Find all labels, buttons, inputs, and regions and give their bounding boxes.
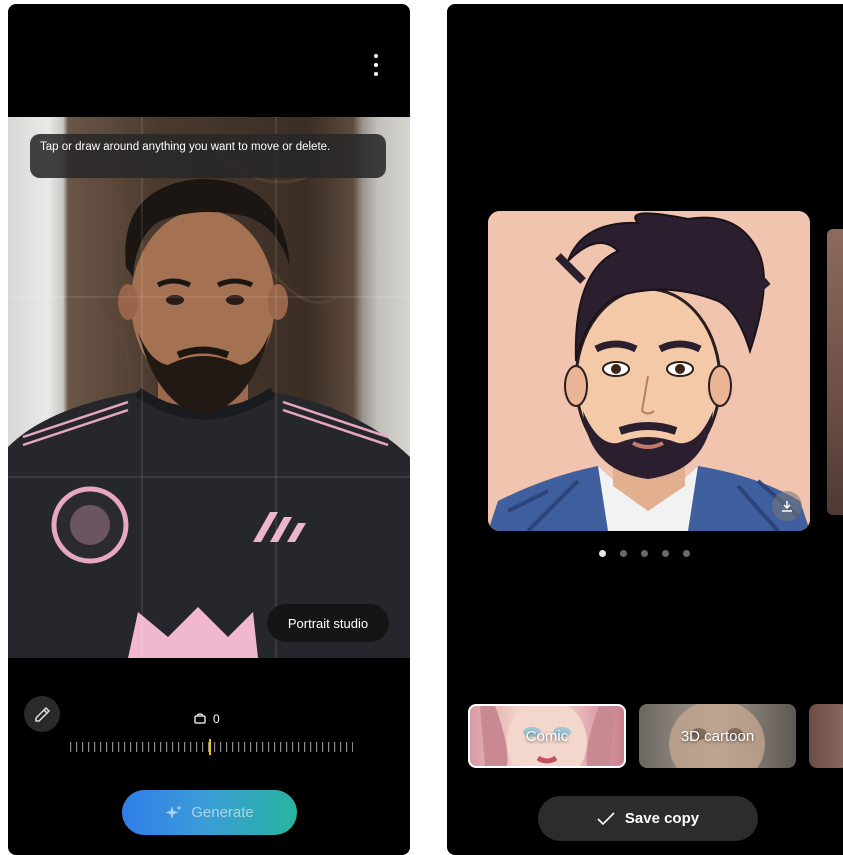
ruler-tick — [310, 742, 312, 752]
ruler-tick — [346, 742, 348, 752]
rotation-ruler-slider[interactable] — [68, 739, 353, 755]
page-indicator — [599, 550, 690, 557]
checkmark-icon — [597, 811, 615, 825]
style-option-comic[interactable]: Comic — [468, 704, 626, 768]
ruler-tick — [184, 742, 186, 752]
save-copy-label: Save copy — [624, 810, 700, 827]
ruler-tick — [190, 742, 192, 752]
ruler-tick — [340, 742, 342, 752]
page-dot[interactable] — [599, 550, 606, 557]
ruler-tick — [286, 742, 288, 752]
portrait-studio-button[interactable]: Portrait studio — [267, 604, 389, 642]
more-options-icon[interactable] — [372, 54, 380, 78]
instruction-tooltip: Tap or draw around anything you want to … — [30, 134, 386, 178]
ruler-tick — [250, 742, 252, 752]
rotation-value: 0 — [213, 712, 220, 726]
ruler-tick — [280, 742, 282, 752]
ruler-tick — [178, 742, 180, 752]
style-label-3d-cartoon: 3D cartoon — [680, 727, 755, 745]
ruler-tick — [172, 742, 174, 752]
page-dot[interactable] — [641, 550, 648, 557]
ruler-tick — [226, 742, 228, 752]
rotation-readout: 0 — [193, 711, 220, 727]
editor-screen: Tap or draw around anything you want to … — [8, 4, 410, 855]
page-dot[interactable] — [683, 550, 690, 557]
ruler-tick — [304, 742, 306, 752]
ruler-tick — [94, 742, 96, 752]
style-option-partial[interactable] — [809, 704, 843, 768]
ruler-tick — [238, 742, 240, 752]
ruler-tick — [268, 742, 270, 752]
ruler-tick — [196, 742, 198, 752]
ruler-tick — [148, 742, 150, 752]
ruler-tick — [112, 742, 114, 752]
sparkle-icon — [165, 804, 183, 819]
download-icon[interactable] — [772, 491, 802, 521]
ruler-tick — [166, 742, 168, 752]
ruler-tick — [106, 742, 108, 752]
ruler-tick — [82, 742, 84, 752]
ruler-tick — [214, 742, 216, 752]
ruler-tick — [298, 742, 300, 752]
ruler-tick — [160, 742, 162, 752]
save-copy-button[interactable]: Save copy — [538, 796, 758, 841]
ruler-tick — [262, 742, 264, 752]
ruler-tick — [100, 742, 102, 752]
ruler-tick — [256, 742, 258, 752]
person-image — [8, 117, 410, 658]
generate-button[interactable]: Generate — [122, 790, 297, 835]
cartoon-portrait-image — [488, 211, 810, 531]
page-dot[interactable] — [620, 550, 627, 557]
ruler-tick — [328, 742, 330, 752]
ruler-tick — [124, 742, 126, 752]
ruler-tick — [292, 742, 294, 752]
page-dot[interactable] — [662, 550, 669, 557]
ruler-tick — [88, 742, 90, 752]
ruler-tick — [70, 742, 72, 752]
eraser-pen-icon[interactable] — [24, 696, 60, 732]
next-portrait-card-peek[interactable] — [827, 229, 843, 515]
ruler-tick — [322, 742, 324, 752]
selfie-photo[interactable] — [8, 117, 410, 658]
ruler-tick — [136, 742, 138, 752]
ruler-tick — [130, 742, 132, 752]
ruler-tick — [142, 742, 144, 752]
ruler-tick — [154, 742, 156, 752]
ruler-tick — [76, 742, 78, 752]
ruler-tick — [334, 742, 336, 752]
ruler-tick — [118, 742, 120, 752]
ruler-tick — [274, 742, 276, 752]
portrait-result-card[interactable] — [488, 211, 810, 531]
ruler-tick — [202, 742, 204, 752]
style-option-3d-cartoon[interactable]: 3D cartoon — [639, 704, 796, 768]
ruler-tick — [220, 742, 222, 752]
ruler-tick — [244, 742, 246, 752]
rotate-icon — [194, 713, 206, 724]
ruler-tick — [352, 742, 353, 752]
portrait-result-screen: Comic 3D cartoon Save copy — [447, 4, 843, 855]
generate-label: Generate — [191, 804, 254, 821]
ruler-marker[interactable] — [209, 739, 211, 755]
ruler-tick — [316, 742, 318, 752]
style-label-comic: Comic — [525, 727, 569, 745]
ruler-tick — [232, 742, 234, 752]
